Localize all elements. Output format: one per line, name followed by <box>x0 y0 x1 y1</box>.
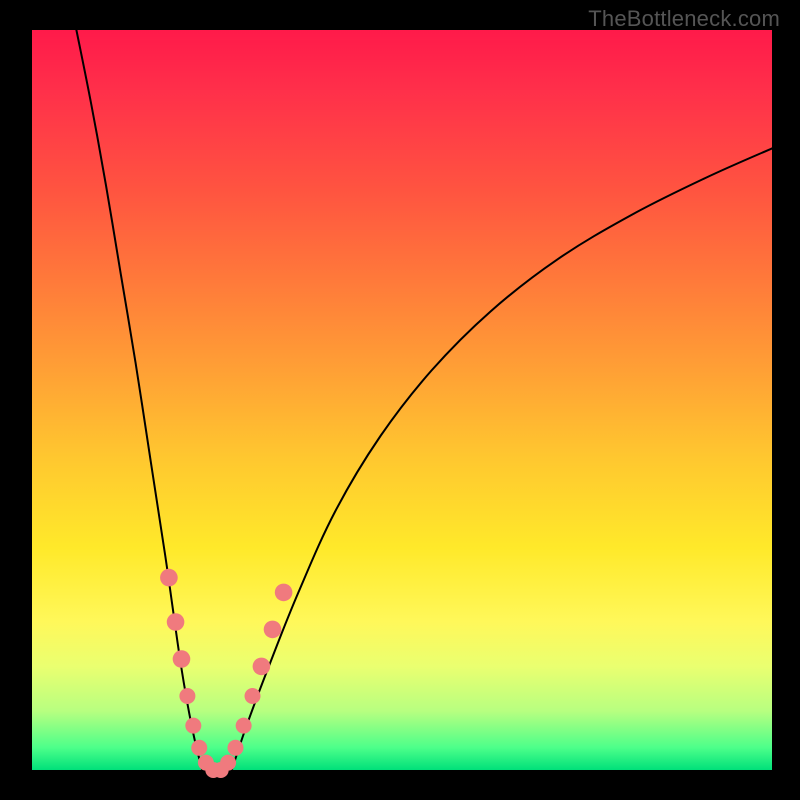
curve-markers <box>160 569 292 778</box>
plot-area <box>32 30 772 770</box>
curve-marker <box>253 658 271 676</box>
curve-marker <box>179 688 195 704</box>
curve-marker <box>185 718 201 734</box>
curve-marker <box>236 718 252 734</box>
curve-marker <box>191 740 207 756</box>
curve-marker <box>167 613 185 631</box>
curve-marker <box>264 621 282 639</box>
curve-layer <box>32 30 772 770</box>
curve-marker <box>245 688 261 704</box>
curve-marker <box>275 584 293 602</box>
chart-frame: TheBottleneck.com <box>0 0 800 800</box>
curve-marker <box>160 569 178 587</box>
watermark-text: TheBottleneck.com <box>588 6 780 32</box>
curve-marker <box>228 740 244 756</box>
curve-marker <box>173 650 191 668</box>
curve-marker <box>220 755 236 771</box>
